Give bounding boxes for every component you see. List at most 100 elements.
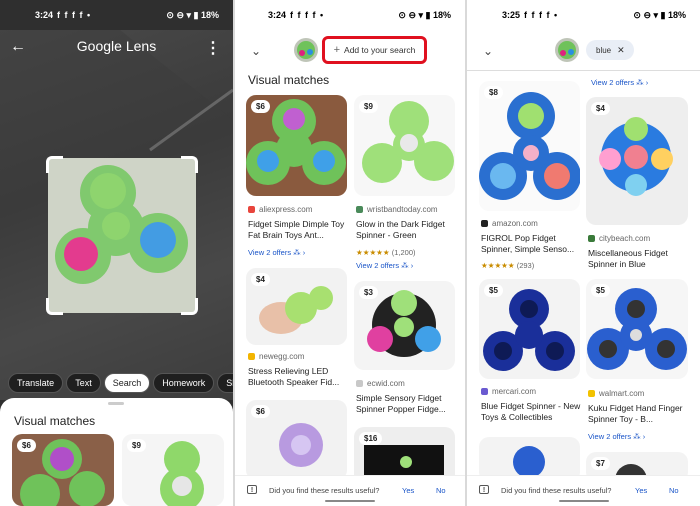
product-title: FIGROL Pop Fidget Spinner, Simple Senso.… [481,233,575,254]
source-label: citybeach.com [588,234,650,243]
crop-handle-top-right[interactable] [181,156,198,173]
gesture-bar[interactable] [325,500,375,502]
price-badge: $4 [251,273,270,286]
price-badge: $5 [484,284,503,297]
source-domain: aliexpress.com [259,205,313,214]
chip-homework[interactable]: Homework [153,373,215,393]
result-thumbnail[interactable]: $9 [122,434,224,506]
plus-icon: + [333,44,341,56]
source-label: newegg.com [248,352,304,361]
feedback-bar: ! Did you find these results useful? Yes… [467,475,700,506]
offers-text: View 2 offers [248,248,292,257]
product-image: $4 [246,268,347,345]
feedback-yes-button[interactable]: Yes [402,486,414,495]
aliexpress-icon [248,206,255,213]
feedback-question: Did you find these results useful? [501,486,612,495]
status-right: ⊙ ⊖ ▾ ▮ 18% [166,10,219,20]
citybeach-icon [588,235,595,242]
wristbandtoday-icon [356,206,363,213]
feedback-icon: ! [247,485,257,494]
offers-text: View 2 offers [588,432,632,441]
gesture-bar[interactable] [558,500,609,502]
price-badge: $6 [17,439,36,452]
chip-search[interactable]: Search [103,373,151,393]
product-image: $4 [586,97,688,225]
product-title: Kuku Fidget Hand Finger Spinner Toy - B.… [588,403,683,424]
lens-camera-panel: 3:24 f f f f • ⊙ ⊖ ▾ ▮ 18% ← Google Lens… [0,0,233,506]
results-sheet[interactable]: Visual matches $6 $9 [0,398,233,506]
price-badge: $9 [127,439,146,452]
feedback-icon: ! [479,485,489,494]
source-domain: wristbandtoday.com [367,205,438,214]
feedback-bar: ! Did you find these results useful? Yes… [235,475,465,506]
results-panel-initial: 3:24 f f f f • ⊙ ⊖ ▾ ▮ 18% ⌄ + Add to you… [235,0,465,506]
status-time: 3:24 [268,10,287,20]
source-label: wristbandtoday.com [356,205,438,214]
source-domain: newegg.com [259,352,305,361]
status-bar: 3:24 f f f f • ⊙ ⊖ ▾ ▮ 18% [235,0,465,30]
view-offers-link[interactable]: View 2 offers ⁂ › [591,78,648,87]
status-right: ⊙ ⊖ ▾ ▮ 18% [633,10,686,20]
source-label: amazon.com [481,219,538,228]
collapse-chevron-icon[interactable]: ⌄ [483,44,493,58]
query-image-thumbnail[interactable] [294,38,318,62]
price-badge: $6 [251,100,270,113]
chip-text[interactable]: Text [66,373,101,393]
clear-icon[interactable]: ✕ [617,45,625,56]
sheet-drag-handle[interactable] [108,402,124,405]
feedback-no-button[interactable]: No [436,486,446,495]
query-thumb-image [294,38,318,62]
section-title: Visual matches [248,73,330,87]
source-label: mercari.com [481,387,536,396]
status-bar: 3:24 f f f f • ⊙ ⊖ ▾ ▮ 18% [0,0,233,30]
refinement-chip[interactable]: blue ✕ [586,40,634,60]
query-image-thumbnail[interactable] [555,38,579,62]
rating: ★★★★★ (293) [481,261,534,270]
rating-stars: ★★★★★ [481,261,515,270]
crop-handle-bottom-right[interactable] [181,298,198,315]
view-offers-link[interactable]: View 2 offers ⁂ › [248,248,305,257]
product-image: $3 [354,281,455,370]
mode-chips: TranslateTextSearchHomeworkShopping [8,373,233,393]
source-domain: walmart.com [599,389,645,398]
more-options-icon[interactable]: ⋮ [205,38,221,58]
chip-shopping[interactable]: Shopping [217,373,233,393]
status-icons: f f f f • [524,10,559,20]
feedback-question: Did you find these results useful? [269,486,380,495]
feedback-no-button[interactable]: No [669,486,679,495]
price-badge: $9 [359,100,378,113]
price-badge: $4 [591,102,610,115]
source-domain: citybeach.com [599,234,651,243]
product-image: $5 [479,279,580,379]
selection-crop-box[interactable] [46,156,198,315]
feedback-yes-button[interactable]: Yes [635,486,647,495]
view-offers-link[interactable]: View 2 offers ⁂ › [588,432,645,441]
rating-count: (1,200) [391,248,416,257]
ecwid-icon [356,380,363,387]
product-title: Fidget Simple Dimple Toy Fat Brain Toys … [248,219,345,240]
refinement-text: blue [596,45,612,55]
status-time: 3:24 [35,10,54,20]
result-thumbnail[interactable]: $6 [12,434,114,506]
crop-handle-top-left[interactable] [46,156,63,173]
source-label: walmart.com [588,389,644,398]
status-time: 3:25 [502,10,521,20]
product-image: $6 [246,400,347,480]
product-title: Simple Sensory Fidget Spinner Popper Fid… [356,393,446,414]
chip-translate[interactable]: Translate [8,373,64,393]
collapse-chevron-icon[interactable]: ⌄ [251,44,261,58]
product-title: Glow in the Dark Fidget Spinner - Green [356,219,445,240]
walmart-icon [588,390,595,397]
product-image: $6 [246,95,347,196]
product-image: $8 [479,81,580,211]
rating: ★★★★★ (1,200) [356,248,415,257]
crop-handle-bottom-left[interactable] [46,298,63,315]
product-title: Miscellaneous Fidget Spinner in Blue [588,248,668,269]
price-badge: $16 [359,432,383,445]
add-to-search-button[interactable]: + Add to your search [322,36,427,64]
product-image: $5 [586,279,688,379]
header-divider [467,70,700,71]
source-label: ecwid.com [356,379,405,388]
source-domain: ecwid.com [367,379,405,388]
view-offers-link[interactable]: View 2 offers ⁂ › [356,261,413,270]
